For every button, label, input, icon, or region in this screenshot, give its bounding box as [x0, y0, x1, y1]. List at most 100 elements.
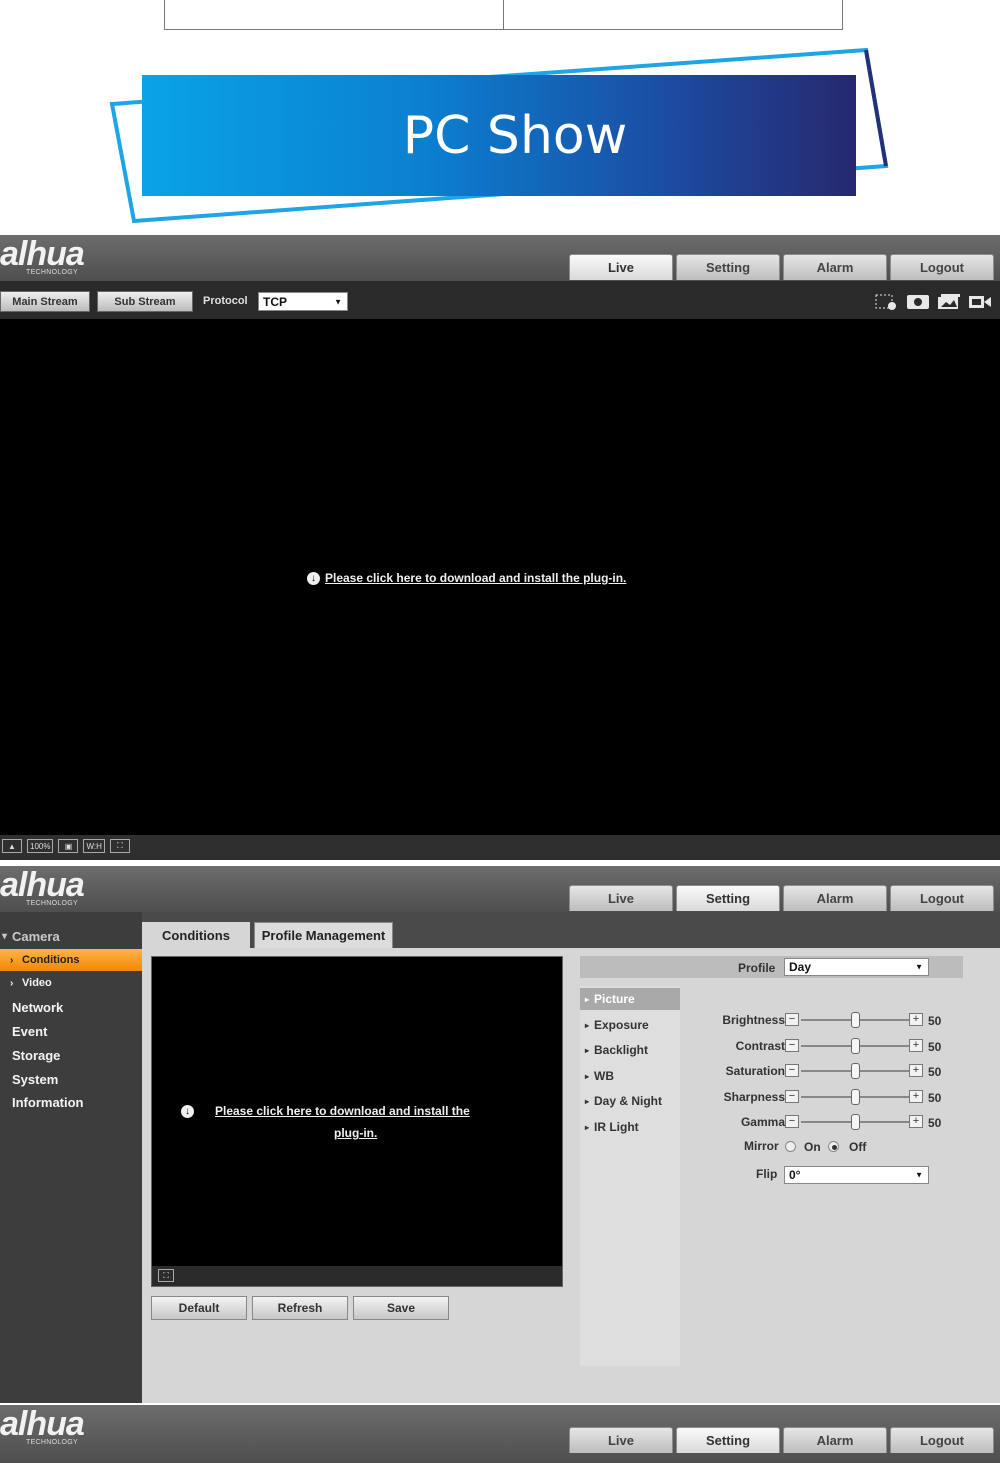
plus-icon[interactable]: +: [909, 1039, 923, 1052]
nav-tab-alarm[interactable]: Alarm: [783, 885, 887, 911]
nav-tab-live[interactable]: Live: [569, 254, 673, 280]
sidebar-item-storage[interactable]: Storage: [0, 1044, 142, 1066]
nav-tab-live[interactable]: Live: [569, 885, 673, 911]
chevron-right-icon: ▸: [585, 1045, 590, 1055]
nav-tab-logout[interactable]: Logout: [890, 1427, 994, 1453]
chevron-right-icon: ▸: [585, 1071, 590, 1081]
sidebar-item-system[interactable]: System: [0, 1068, 142, 1090]
minus-icon[interactable]: −: [785, 1039, 799, 1052]
flip-select[interactable]: 0° ▼: [784, 1166, 929, 1184]
main-stream-button[interactable]: Main Stream: [0, 291, 90, 312]
submenu-ir-light[interactable]: ▸ IR Light: [580, 1116, 680, 1138]
chevron-right-icon: ›: [10, 977, 14, 989]
mirror-on-radio[interactable]: [785, 1141, 796, 1152]
brand-logo: alhua TECHNOLOGY: [0, 1405, 130, 1447]
minus-icon[interactable]: −: [785, 1115, 799, 1128]
sharpness-slider-row: Sharpness − + 50: [687, 1088, 963, 1106]
default-button[interactable]: Default: [151, 1296, 247, 1320]
slider-thumb[interactable]: [850, 1012, 860, 1028]
nav-tab-setting[interactable]: Setting: [676, 885, 780, 911]
nav-tab-logout[interactable]: Logout: [890, 885, 994, 911]
plus-icon[interactable]: +: [909, 1013, 923, 1026]
slider-value: 50: [928, 1040, 942, 1054]
nav-tab-alarm[interactable]: Alarm: [783, 1427, 887, 1453]
mirror-on-label: On: [804, 1140, 821, 1154]
chevron-right-icon: ▸: [585, 994, 590, 1004]
slider-label: Sharpness: [723, 1090, 785, 1104]
nav-tab-logout[interactable]: Logout: [890, 254, 994, 280]
plus-icon[interactable]: +: [909, 1090, 923, 1103]
content-tabs: Conditions Profile Management: [142, 912, 1000, 948]
nav-tab-alarm[interactable]: Alarm: [783, 254, 887, 280]
profile-select[interactable]: Day ▼: [784, 958, 929, 976]
chevron-down-icon: ▼: [915, 1170, 923, 1180]
chevron-right-icon: ▸: [585, 1122, 590, 1132]
chevron-right-icon: ▸: [585, 1096, 590, 1106]
flip-value: 0°: [789, 1168, 801, 1182]
submenu-label: Picture: [594, 992, 635, 1006]
aspect-ratio-button[interactable]: W:H: [83, 839, 105, 853]
submenu-exposure[interactable]: ▸ Exposure: [580, 1014, 680, 1036]
logo-subtitle: TECHNOLOGY: [26, 1439, 79, 1446]
mirror-off-radio[interactable]: [828, 1141, 839, 1152]
slider-thumb[interactable]: [850, 1038, 860, 1054]
submenu-backlight[interactable]: ▸ Backlight: [580, 1039, 680, 1061]
sidebar-item-conditions[interactable]: › Conditions: [0, 949, 142, 971]
plugin-download-link[interactable]: Please click here to download and instal…: [215, 1104, 470, 1118]
region-zoom-icon[interactable]: [875, 293, 899, 311]
slider-label: Brightness: [722, 1013, 785, 1027]
plus-icon[interactable]: +: [909, 1115, 923, 1128]
submenu-picture[interactable]: ▸ Picture: [580, 988, 680, 1010]
logo-subtitle: TECHNOLOGY: [26, 900, 79, 907]
submenu-label: WB: [594, 1069, 614, 1083]
sidebar-item-event[interactable]: Event: [0, 1020, 142, 1042]
fullscreen-icon[interactable]: ⛶: [109, 839, 130, 853]
live-tool-icons: [875, 293, 992, 311]
snapshot-icon[interactable]: [906, 293, 930, 311]
sub-stream-button[interactable]: Sub Stream: [97, 291, 193, 312]
triple-snapshot-icon[interactable]: [937, 293, 961, 311]
live-screen: alhua TECHNOLOGY Live Setting Alarm Logo…: [0, 235, 1000, 860]
save-button[interactable]: Save: [353, 1296, 449, 1320]
minus-icon[interactable]: −: [785, 1064, 799, 1077]
submenu-label: IR Light: [594, 1120, 639, 1134]
chevron-down-icon: ▾: [2, 930, 8, 942]
settings-sidebar: ▾ Camera › Conditions › Video Network Ev…: [0, 912, 142, 1403]
fit-icon[interactable]: ▣: [58, 839, 79, 853]
sidebar-item-network[interactable]: Network: [0, 996, 142, 1018]
submenu-wb[interactable]: ▸ WB: [580, 1065, 680, 1087]
plus-icon[interactable]: +: [909, 1064, 923, 1077]
plugin-download-link-cont[interactable]: plug-in.: [334, 1126, 377, 1140]
minus-icon[interactable]: −: [785, 1013, 799, 1026]
slider-thumb[interactable]: [850, 1063, 860, 1079]
brightness-slider-row: Brightness − + 50: [687, 1011, 963, 1029]
record-icon[interactable]: [968, 293, 992, 311]
slider-thumb[interactable]: [850, 1114, 860, 1130]
refresh-button[interactable]: Refresh: [252, 1296, 348, 1320]
nav-tab-live[interactable]: Live: [569, 1427, 673, 1453]
tab-profile-management[interactable]: Profile Management: [254, 922, 393, 948]
slider-thumb[interactable]: [850, 1089, 860, 1105]
protocol-select[interactable]: TCP ▼: [258, 292, 348, 311]
nav-tab-setting[interactable]: Setting: [676, 1427, 780, 1453]
slider-value: 50: [928, 1091, 942, 1105]
original-size-button[interactable]: 100%: [27, 839, 54, 853]
plugin-download-link[interactable]: Please click here to download and instal…: [325, 571, 626, 585]
sidebar-item-camera[interactable]: ▾ Camera: [0, 925, 142, 947]
sidebar-item-information[interactable]: Information: [0, 1091, 142, 1113]
tab-conditions[interactable]: Conditions: [142, 922, 250, 948]
submenu-day-night[interactable]: ▸ Day & Night: [580, 1090, 680, 1112]
sidebar-item-video[interactable]: › Video: [0, 972, 142, 994]
fullscreen-icon[interactable]: ⛶: [158, 1269, 174, 1282]
setting-screen: alhua TECHNOLOGY Live Setting Alarm Logo…: [0, 866, 1000, 1403]
live-video-area[interactable]: ↓ Please click here to download and inst…: [0, 319, 1000, 835]
warning-icon[interactable]: ▲: [2, 839, 22, 853]
nav-tab-setting[interactable]: Setting: [676, 254, 780, 280]
minus-icon[interactable]: −: [785, 1090, 799, 1103]
preview-video-area[interactable]: ↓ Please click here to download and inst…: [151, 956, 563, 1287]
profile-bar: Profile Day ▼: [580, 956, 963, 978]
logo-subtitle: TECHNOLOGY: [26, 269, 79, 276]
submenu-label: Day & Night: [594, 1094, 663, 1108]
app-header: alhua TECHNOLOGY Live Setting Alarm Logo…: [0, 235, 1000, 281]
submenu-label: Exposure: [594, 1018, 649, 1032]
